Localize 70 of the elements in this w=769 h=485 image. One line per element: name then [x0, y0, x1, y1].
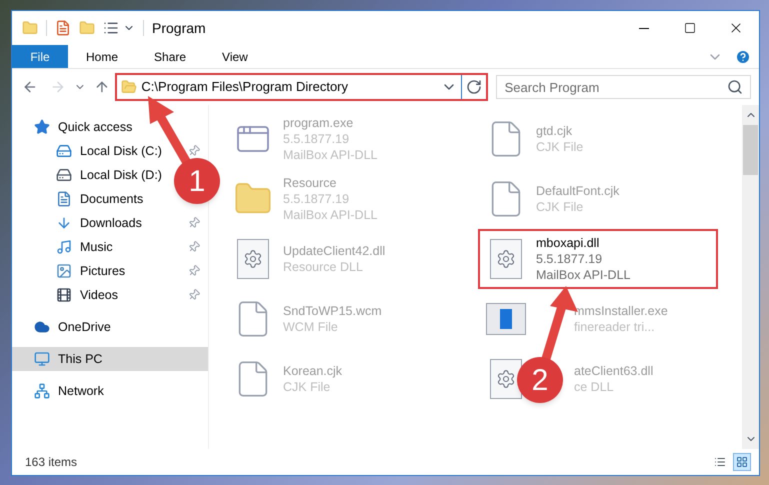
- address-path: C:\Program Files\Program Directory: [141, 78, 350, 96]
- file-detail: 5.5.1877.19: [283, 131, 350, 147]
- navigation-item[interactable]: Downloads: [12, 211, 208, 235]
- search-field[interactable]: Search Program: [496, 75, 751, 99]
- file-detail: ce DLL: [574, 379, 615, 395]
- file-name: program.exe: [283, 115, 354, 131]
- cloud-icon: [34, 319, 50, 335]
- navigation-item[interactable]: Videos: [12, 283, 208, 307]
- music-note-icon: [56, 239, 72, 255]
- drive-icon: [56, 167, 72, 183]
- file-detail: CJK File: [536, 139, 584, 155]
- star-icon: [34, 119, 50, 135]
- file-name: DefaultFont.cjk: [536, 183, 620, 199]
- network-icon: [34, 383, 50, 399]
- file-detail: MailBox API-DLL: [536, 267, 630, 283]
- file-name: mmsInstaller.exe: [574, 303, 668, 319]
- file-detail: WCM File: [283, 319, 339, 335]
- file-name: UpdateClient42.dll: [283, 243, 386, 259]
- file-detail: CJK File: [283, 379, 332, 395]
- file-name: gtd.cjk: [536, 123, 574, 139]
- scroll-thumb[interactable]: [743, 125, 758, 175]
- film-icon: [56, 287, 72, 303]
- ribbon-tab[interactable]: File: [12, 45, 68, 68]
- file-detail: 5.5.1877.19: [536, 251, 604, 267]
- ribbon-tab[interactable]: Share: [136, 45, 204, 68]
- file-name: Resource: [283, 175, 338, 191]
- address-bar[interactable]: C:\Program Files\Program Directory: [115, 73, 488, 101]
- navigation-item[interactable]: Pictures: [12, 259, 208, 283]
- settings-file-icon: [490, 239, 522, 279]
- up-button[interactable]: [94, 79, 110, 95]
- scrollbar[interactable]: [742, 105, 759, 449]
- window-icon: [486, 303, 526, 335]
- highlighted-file-tile[interactable]: mboxapi.dll 5.5.1877.19 MailBox API-DLL: [478, 229, 718, 289]
- grid-icon: [736, 456, 748, 468]
- navigation-item[interactable]: Quick access: [12, 115, 140, 139]
- file-name: SndToWP15.wcm: [283, 303, 382, 319]
- item-count: 163 items: [25, 454, 78, 471]
- navigation-item[interactable]: OneDrive: [12, 315, 119, 339]
- file-name: mboxapi.dll: [536, 235, 600, 251]
- help-icon[interactable]: [735, 48, 751, 64]
- download-icon: [56, 215, 72, 231]
- monitor-icon: [34, 351, 50, 367]
- document-icon: [56, 191, 72, 207]
- folder-icon: [121, 79, 138, 95]
- refresh-icon[interactable]: [466, 79, 482, 95]
- navigation-item[interactable]: Music: [12, 235, 208, 259]
- file-detail: 5.5.1877.19: [283, 191, 350, 207]
- navigation-item[interactable]: Network: [12, 379, 112, 403]
- ribbon-tab[interactable]: Home: [68, 45, 136, 68]
- file-detail: MailBox API-DLL: [283, 147, 378, 163]
- file-name: Korean.cjk: [283, 363, 342, 379]
- search-icon: [727, 79, 743, 95]
- file-name: ateClient63.dll: [574, 363, 654, 379]
- maximize-icon: [684, 22, 696, 34]
- list-icon[interactable]: [103, 20, 119, 36]
- navigation-item[interactable]: Local Disk (D:): [12, 163, 170, 187]
- large-icons-view-button[interactable]: [733, 453, 751, 471]
- settings-file-icon: [237, 239, 269, 279]
- file-detail: MailBox API-DLL: [283, 207, 378, 223]
- drive-icon: [56, 143, 72, 159]
- file-detail: CJK File: [536, 199, 584, 215]
- back-button[interactable]: [22, 79, 38, 95]
- file-detail: Resource DLL: [283, 259, 364, 275]
- window-title: Program: [152, 18, 206, 38]
- navigation-item[interactable]: This PC: [12, 347, 208, 371]
- ribbon-tab[interactable]: View: [204, 45, 266, 68]
- picture-icon: [56, 263, 72, 279]
- file-detail: finereader tri...: [574, 319, 656, 335]
- settings-file-icon: [490, 359, 522, 399]
- navigation-item[interactable]: Documents: [12, 187, 152, 211]
